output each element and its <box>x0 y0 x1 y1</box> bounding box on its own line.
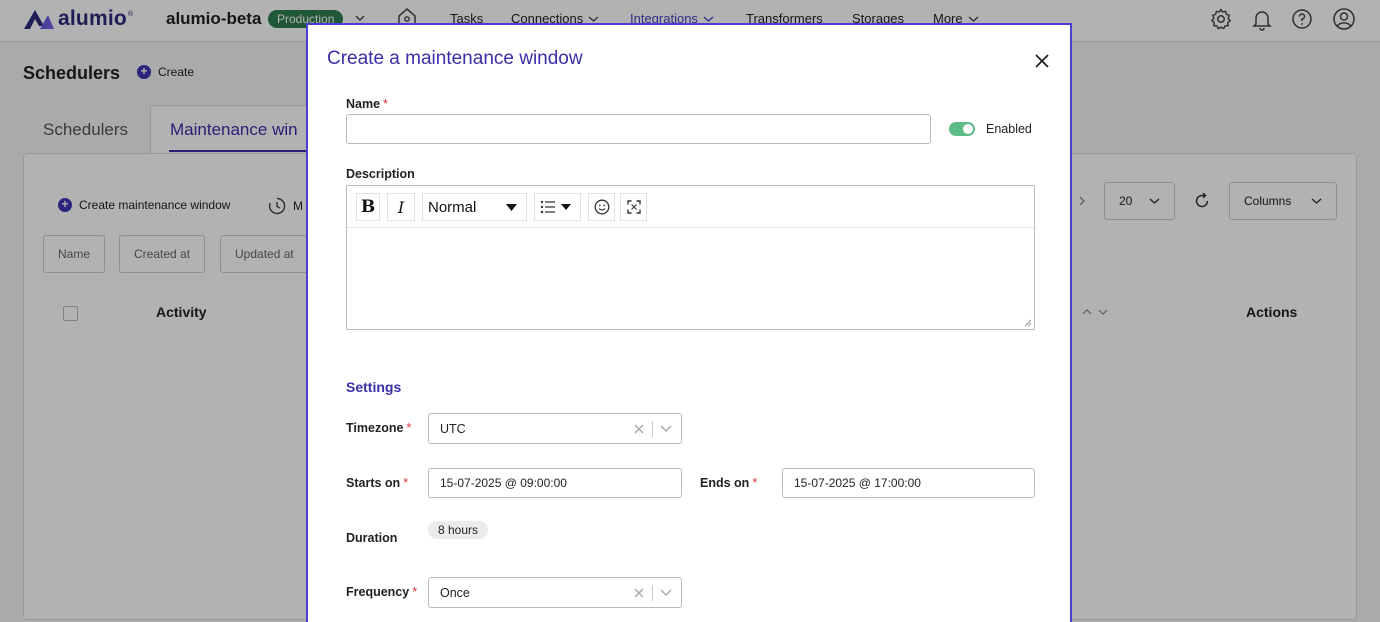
toggle-knob <box>963 124 973 134</box>
name-label-text: Name <box>346 97 381 111</box>
clear-icon[interactable] <box>633 587 645 599</box>
chevron-down-icon[interactable] <box>660 588 672 597</box>
emoji-button[interactable] <box>588 193 615 221</box>
starts-on-input[interactable] <box>428 468 682 498</box>
resize-grip-icon[interactable] <box>1024 319 1032 327</box>
frequency-label: Frequency * <box>346 585 417 599</box>
required-mark: * <box>412 585 418 599</box>
frequency-value: Once <box>440 586 470 600</box>
select-separator <box>652 421 653 437</box>
enabled-label: Enabled <box>986 122 1032 136</box>
settings-section-title: Settings <box>346 379 402 395</box>
frequency-label-text: Frequency <box>346 585 410 599</box>
ends-on-input[interactable] <box>782 468 1035 498</box>
name-input[interactable] <box>346 114 931 144</box>
bold-button[interactable]: B <box>356 193 380 221</box>
required-mark: * <box>752 476 758 490</box>
timezone-value: UTC <box>440 422 466 436</box>
list-icon <box>540 200 555 214</box>
expand-icon <box>626 200 641 214</box>
emoji-icon <box>594 199 609 215</box>
timezone-select[interactable]: UTC <box>428 413 682 444</box>
frequency-select[interactable]: Once <box>428 577 682 608</box>
fullscreen-button[interactable] <box>620 193 647 221</box>
required-mark: * <box>383 97 388 111</box>
ends-on-label-text: Ends on <box>700 476 750 490</box>
italic-button[interactable]: I <box>387 193 415 221</box>
duration-label: Duration <box>346 531 398 545</box>
modal-title: Create a maintenance window <box>327 48 583 69</box>
select-separator <box>652 585 653 601</box>
enabled-toggle[interactable] <box>949 122 975 136</box>
description-label: Description <box>346 167 415 181</box>
heading-select[interactable]: Normal <box>422 193 527 221</box>
caret-down-icon <box>506 203 517 211</box>
description-editor[interactable]: B I Normal <box>346 185 1035 330</box>
editor-toolbar: B I Normal <box>347 186 1034 228</box>
timezone-label-text: Timezone <box>346 421 404 435</box>
name-label: Name * <box>346 97 388 111</box>
close-icon[interactable] <box>1034 53 1050 69</box>
duration-badge: 8 hours <box>428 521 489 539</box>
required-mark: * <box>406 421 412 435</box>
timezone-label: Timezone * <box>346 421 411 435</box>
clear-icon[interactable] <box>633 423 645 435</box>
chevron-down-icon[interactable] <box>660 424 672 433</box>
heading-select-value: Normal <box>428 198 477 216</box>
ends-on-label: Ends on * <box>700 476 757 490</box>
caret-down-icon <box>561 204 571 210</box>
list-select[interactable] <box>534 193 581 221</box>
starts-on-label-text: Starts on <box>346 476 401 490</box>
maintenance-window-modal: Create a maintenance window Name * Enable… <box>306 23 1072 622</box>
starts-on-label: Starts on * <box>346 476 408 490</box>
required-mark: * <box>403 476 409 490</box>
